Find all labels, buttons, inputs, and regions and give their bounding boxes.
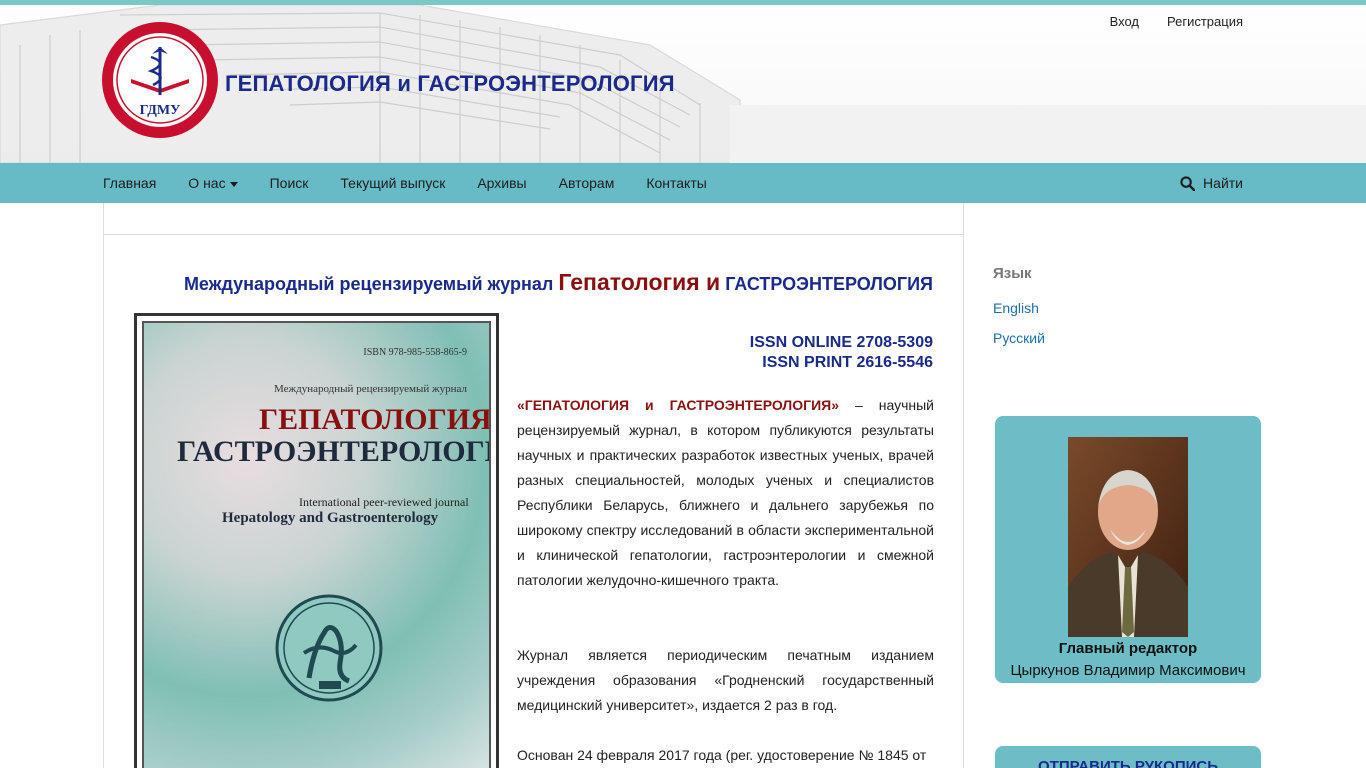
nav-search[interactable]: Поиск xyxy=(270,175,309,191)
heading-prefix: Международный рецензируемый журнал xyxy=(183,274,554,294)
login-link[interactable]: Вход xyxy=(1110,14,1139,29)
journal-heading: Международный рецензируемый журнал Гепат… xyxy=(184,269,933,296)
journal-cover-image: ISBN 978-985-558-865-9 Международный рец… xyxy=(134,313,499,768)
intro-text: – научный рецензируемый журнал, в которо… xyxy=(517,397,934,588)
intro-journal-name: «ГЕПАТОЛОГИЯ и ГАСТРОЭНТЕРОЛОГИЯ» xyxy=(517,397,839,413)
language-title: Язык xyxy=(993,265,1032,282)
site-title[interactable]: ГЕПАТОЛОГИЯ и ГАСТРОЭНТЕРОЛОГИЯ xyxy=(225,71,675,97)
sidebar: Язык English Русский Главный редактор Цы… xyxy=(993,203,1263,768)
nav-contacts[interactable]: Контакты xyxy=(646,175,706,191)
primary-nav: Главная О нас Поиск Текущий выпуск Архив… xyxy=(0,163,1366,203)
editor-photo xyxy=(1068,437,1188,637)
site-header: Вход Регистрация ГДМУ ГЕПАТОЛОГИЯ и ГАСТ… xyxy=(0,5,1366,163)
user-nav: Вход Регистрация xyxy=(1110,14,1243,29)
heading-suffix: ГАСТРОЭНТЕРОЛОГИЯ xyxy=(725,274,933,294)
university-logo[interactable]: ГДМУ xyxy=(101,21,219,139)
cover-title-line2: ГАСТРОЭНТЕРОЛОГИЯ xyxy=(177,435,489,468)
cover-english-subtitle: International peer-reviewed journal xyxy=(299,495,469,509)
cover-emblem-icon xyxy=(275,594,383,702)
issn-block: ISSN ONLINE 2708-5309 ISSN PRINT 2616-55… xyxy=(750,333,933,373)
issn-online: ISSN ONLINE 2708-5309 xyxy=(749,334,933,351)
language-russian-link[interactable]: Русский xyxy=(993,330,1045,346)
editor-role: Главный редактор xyxy=(1058,640,1198,657)
register-link[interactable]: Регистрация xyxy=(1167,14,1243,29)
nav-about[interactable]: О нас xyxy=(188,175,238,191)
cover-title-line1: ГЕПАТОЛОГИЯ и xyxy=(259,403,491,436)
editor-in-chief-card: Главный редактор Цыркунов Владимир Макси… xyxy=(995,416,1261,683)
issn-print: ISSN PRINT 2616-5546 xyxy=(762,354,933,371)
cover-english-title: Hepatology and Gastroenterology xyxy=(222,510,439,526)
caret-down-icon xyxy=(229,181,238,187)
heading-big: Гепатология и xyxy=(558,269,721,295)
search-label: Найти xyxy=(1203,175,1243,191)
language-english-link[interactable]: English xyxy=(993,300,1039,316)
editor-name: Цыркунов Владимир Максимович xyxy=(1010,662,1246,679)
search-link[interactable]: Найти xyxy=(1180,163,1243,203)
main-content: Международный рецензируемый журнал Гепат… xyxy=(103,203,964,768)
founded-paragraph: Основан 24 февраля 2017 года (рег. удост… xyxy=(517,747,927,763)
nav-current-issue[interactable]: Текущий выпуск xyxy=(340,175,445,191)
submit-manuscript-label: ОТПРАВИТЬ РУКОПИСЬ xyxy=(1038,758,1218,768)
cover-subtitle: Международный рецензируемый журнал xyxy=(274,383,467,395)
content-divider xyxy=(104,234,963,235)
cover-isbn: ISBN 978-985-558-865-9 xyxy=(363,347,467,358)
nav-authors[interactable]: Авторам xyxy=(559,175,615,191)
nav-archives[interactable]: Архивы xyxy=(477,175,526,191)
search-icon xyxy=(1180,175,1196,191)
publisher-paragraph: Журнал является периодическим печатным и… xyxy=(517,647,934,713)
submit-manuscript-button[interactable]: ОТПРАВИТЬ РУКОПИСЬ xyxy=(995,746,1261,768)
nav-about-label: О нас xyxy=(188,175,226,191)
intro-paragraph: «ГЕПАТОЛОГИЯ и ГАСТРОЭНТЕРОЛОГИЯ» – науч… xyxy=(517,393,934,593)
logo-abbr: ГДМУ xyxy=(140,103,181,118)
nav-home[interactable]: Главная xyxy=(103,175,156,191)
